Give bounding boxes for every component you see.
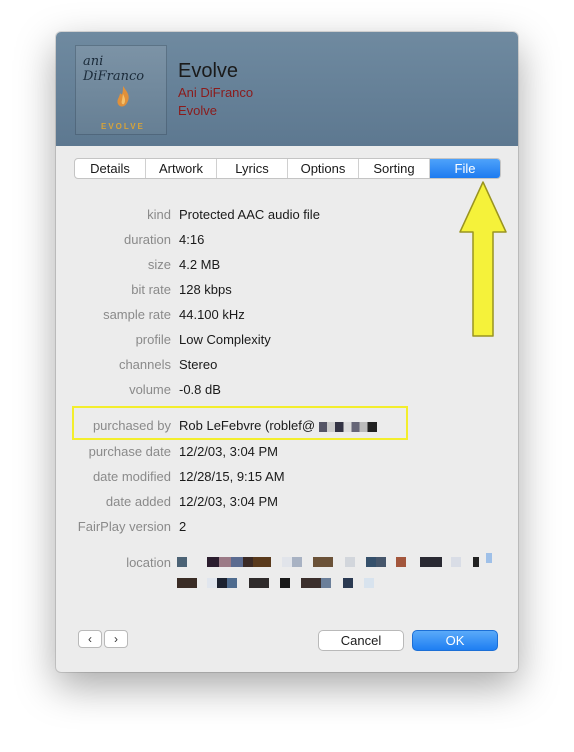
- field-value: 4:16: [179, 232, 205, 247]
- track-title: Evolve: [178, 60, 239, 82]
- field-value: 12/2/03, 3:04 PM: [179, 444, 279, 459]
- next-track-button[interactable]: ›: [104, 630, 128, 648]
- tab-options[interactable]: Options: [288, 159, 359, 178]
- previous-track-button[interactable]: ‹: [78, 630, 102, 648]
- field-label: profile: [135, 332, 171, 347]
- tab-file[interactable]: File: [430, 159, 500, 178]
- field-value: Stereo: [179, 357, 218, 372]
- field-row-kind: kind Protected AAC audio file: [56, 207, 518, 227]
- info-tabs: Details Artwork Lyrics Options Sorting F…: [74, 158, 501, 179]
- field-row-bit-rate: bit rate 128 kbps: [56, 282, 518, 302]
- field-label: date modified: [92, 469, 171, 484]
- field-label: sample rate: [103, 307, 171, 322]
- field-label: channels: [118, 357, 171, 372]
- field-label: kind: [147, 207, 171, 222]
- annotation-highlight-box: [72, 406, 408, 440]
- field-value: 128 kbps: [179, 282, 232, 297]
- get-info-dialog: ani DiFranco EVOLVE Evolve Ani DiFranco …: [56, 32, 518, 672]
- field-label: volume: [129, 382, 171, 397]
- field-label: purchase date: [88, 444, 171, 459]
- ok-button[interactable]: OK: [412, 630, 498, 651]
- annotation-up-arrow-icon: [459, 181, 507, 337]
- field-label: location: [126, 555, 171, 570]
- field-value: 2: [179, 519, 187, 534]
- field-row-volume: volume -0.8 dB: [56, 382, 518, 402]
- field-value: Low Complexity: [179, 332, 271, 347]
- field-value: Protected AAC audio file: [179, 207, 320, 222]
- field-label: date added: [105, 494, 171, 509]
- track-header: ani DiFranco EVOLVE Evolve Ani DiFranco …: [56, 32, 518, 146]
- artwork-flame-icon: [117, 86, 129, 107]
- field-value: 44.100 kHz: [179, 307, 245, 322]
- field-row-duration: duration 4:16: [56, 232, 518, 252]
- field-row-date-modified: date modified 12/28/15, 9:15 AM: [56, 469, 518, 489]
- field-label: bit rate: [131, 282, 171, 297]
- field-row-sample-rate: sample rate 44.100 kHz: [56, 307, 518, 327]
- field-row-channels: channels Stereo: [56, 357, 518, 377]
- album-artwork: ani DiFranco EVOLVE: [76, 46, 166, 134]
- field-row-size: size 4.2 MB: [56, 257, 518, 277]
- artwork-album-text: EVOLVE: [101, 122, 145, 131]
- field-row-purchase-date: purchase date 12/2/03, 3:04 PM: [56, 444, 518, 464]
- artwork-artist-text: ani DiFranco: [83, 54, 145, 84]
- field-row-fairplay-version: FairPlay version 2: [56, 519, 518, 539]
- tab-lyrics[interactable]: Lyrics: [217, 159, 288, 178]
- track-artist: Ani DiFranco: [178, 85, 254, 100]
- field-label: size: [147, 257, 171, 272]
- field-value: -0.8 dB: [179, 382, 221, 397]
- tab-sorting[interactable]: Sorting: [359, 159, 430, 178]
- field-row-profile: profile Low Complexity: [56, 332, 518, 352]
- field-label: duration: [124, 232, 171, 247]
- field-value: 4.2 MB: [179, 257, 221, 272]
- field-value: 12/28/15, 9:15 AM: [179, 469, 285, 484]
- tab-details[interactable]: Details: [75, 159, 146, 178]
- field-label: FairPlay version: [77, 519, 171, 534]
- cancel-button[interactable]: Cancel: [318, 630, 404, 651]
- field-value: 12/2/03, 3:04 PM: [179, 494, 279, 509]
- tab-artwork[interactable]: Artwork: [146, 159, 217, 178]
- field-row-date-added: date added 12/2/03, 3:04 PM: [56, 494, 518, 514]
- track-album: Evolve: [178, 103, 218, 118]
